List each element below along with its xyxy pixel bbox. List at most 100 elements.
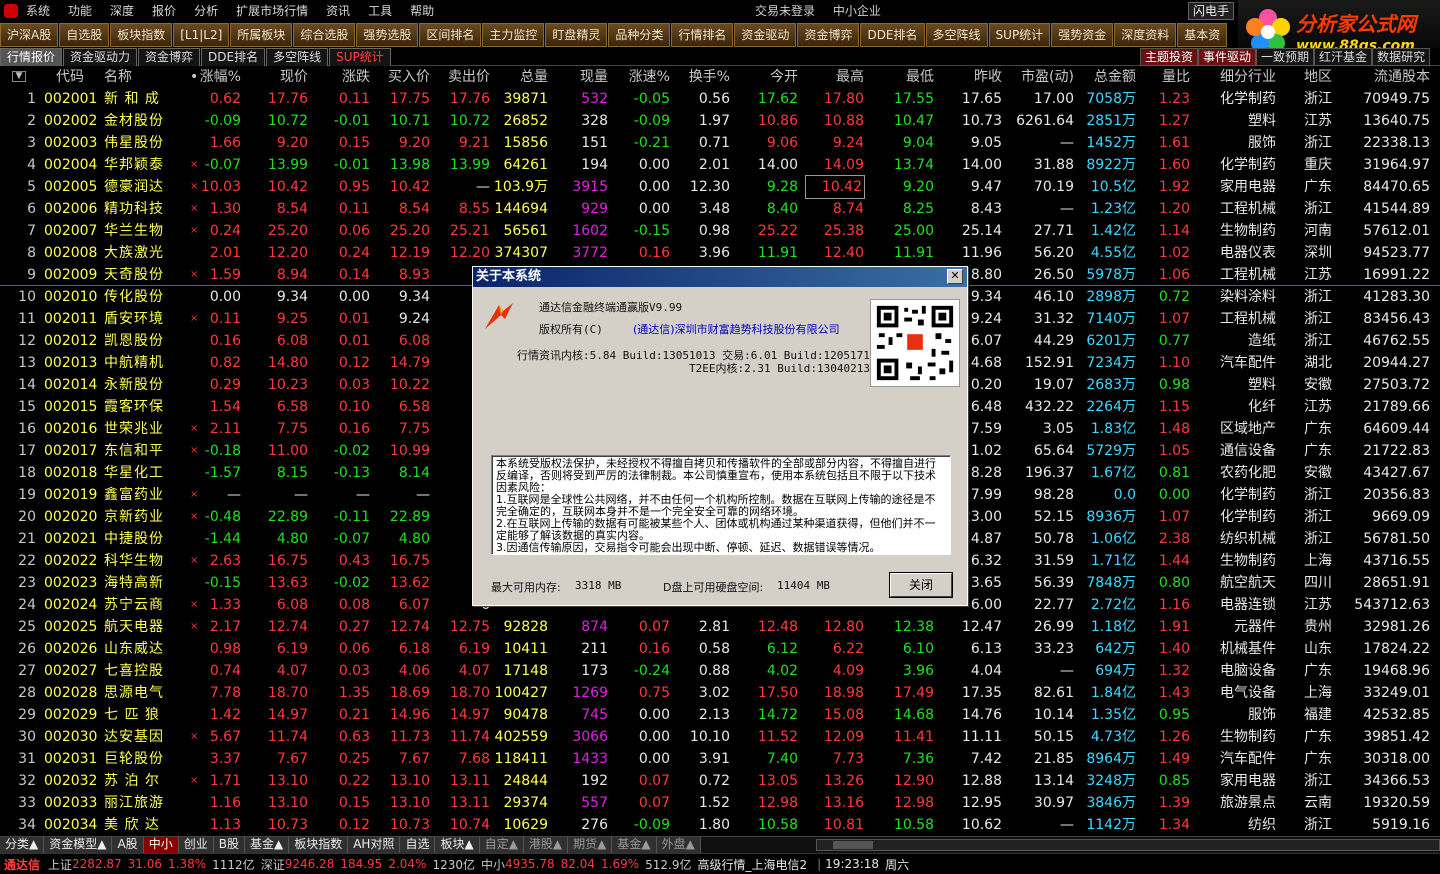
column-header[interactable]: 流通股本 bbox=[1340, 66, 1430, 88]
scrollbar-thumb[interactable] bbox=[833, 841, 873, 849]
menu-help[interactable]: 帮助 bbox=[401, 0, 443, 22]
column-header[interactable]: 代码 bbox=[40, 66, 100, 88]
view-tab[interactable]: 行情报价 bbox=[0, 48, 63, 66]
menu-extended-market[interactable]: 扩展市场行情 bbox=[227, 0, 317, 22]
toolbar-button[interactable]: 板块指数 bbox=[110, 23, 173, 47]
view-tab[interactable]: 资金驱动力 bbox=[63, 48, 138, 66]
table-row[interactable]: 26 002026 山东威达 0.98 6.19 0.06 6.18 6.19 10411 211… bbox=[0, 638, 1440, 660]
legal-notice-text[interactable]: 本系统受版权法保护，未经授权不得擅自拷贝和传播软件的全部或部分内容，不得擅自进行… bbox=[491, 455, 951, 555]
view-tab[interactable]: DDE排名 bbox=[201, 48, 266, 66]
table-row[interactable]: 30 002030 达安基因 × 5.67 11.74 0.63 11.73 11.74 4025… bbox=[0, 726, 1440, 748]
toolbar-button[interactable]: 多空阵线 bbox=[925, 23, 988, 47]
table-row[interactable]: 34 002034 美 欣 达 1.13 10.73 0.12 10.73 10.74 1062… bbox=[0, 814, 1440, 836]
toolbar-button[interactable]: 资金博弈 bbox=[797, 23, 860, 47]
column-header[interactable]: 地区 bbox=[1284, 66, 1332, 88]
column-header[interactable]: 涨跌 bbox=[318, 66, 370, 88]
toolbar-button[interactable]: 强势选股 bbox=[356, 23, 419, 47]
column-header[interactable]: 名称 bbox=[104, 66, 174, 88]
market-tab[interactable]: 分类▲ bbox=[0, 837, 45, 853]
toolbar-button[interactable]: 深度资料 bbox=[1114, 23, 1177, 47]
market-tab[interactable]: 外盘▲ bbox=[656, 837, 701, 853]
view-tab[interactable]: 多空阵线 bbox=[266, 48, 329, 66]
toolbar-button[interactable]: 资金驱动 bbox=[734, 23, 797, 47]
market-tab[interactable]: 基金▲ bbox=[244, 837, 290, 853]
table-row[interactable]: 1 002001 新 和 成 0.62 17.76 0.11 17.75 17.76 39871… bbox=[0, 88, 1440, 110]
column-header[interactable]: 市盈(动) bbox=[1008, 66, 1074, 88]
column-header[interactable]: 量比 bbox=[1146, 66, 1190, 88]
market-tab[interactable]: AH对照 bbox=[348, 837, 401, 853]
table-row[interactable]: 8 002008 大族激光 2.01 12.20 0.24 12.19 12.20 374307… bbox=[0, 242, 1440, 264]
toolbar-button[interactable]: 综合选股 bbox=[293, 23, 356, 47]
toolbar-button[interactable]: 区间排名 bbox=[419, 23, 482, 47]
column-header[interactable]: 买入价 bbox=[376, 66, 430, 88]
table-row[interactable]: 32 002032 苏 泊 尔 × 1.71 13.10 0.22 13.10 13.11 248… bbox=[0, 770, 1440, 792]
table-row[interactable]: 6 002006 精功科技 × 1.30 8.54 0.11 8.54 8.55 144694 92… bbox=[0, 198, 1440, 220]
fast-trade-button[interactable]: 闪电手 bbox=[1188, 2, 1234, 20]
sort-arrow-icon[interactable]: ▼ bbox=[12, 71, 26, 82]
column-header[interactable]: 总金额 bbox=[1080, 66, 1136, 88]
toolbar-button[interactable]: DDE排名 bbox=[860, 23, 925, 47]
toolbar-button[interactable]: 自选股 bbox=[59, 23, 110, 47]
toolbar-button[interactable]: 行情排名 bbox=[671, 23, 734, 47]
menu-tools[interactable]: 工具 bbox=[359, 0, 401, 22]
column-header[interactable]: 最高 bbox=[806, 66, 864, 88]
menu-depth[interactable]: 深度 bbox=[101, 0, 143, 22]
right-tab[interactable]: 主题投资 bbox=[1140, 48, 1199, 66]
toolbar-button[interactable]: [L1|L2] bbox=[173, 23, 230, 47]
menu-quote[interactable]: 报价 bbox=[143, 0, 185, 22]
toolbar-button[interactable]: 盯盘精灵 bbox=[545, 23, 608, 47]
toolbar-button[interactable]: 品种分类 bbox=[608, 23, 671, 47]
table-row[interactable]: 5 002005 德豪润达 × 10.03 10.42 0.95 10.42—103.9万 39… bbox=[0, 175, 1440, 199]
market-tab[interactable]: A股 bbox=[112, 837, 144, 853]
horizontal-scrollbar[interactable] bbox=[816, 839, 1440, 851]
market-tab[interactable]: 基金▲ bbox=[612, 837, 657, 853]
table-row[interactable]: 28 002028 思源电气 7.78 18.70 1.35 18.69 18.70 10042… bbox=[0, 682, 1440, 704]
table-row[interactable]: 29 002029 七 匹 狼 1.42 14.97 0.21 14.96 14.97 9047… bbox=[0, 704, 1440, 726]
menu-news[interactable]: 资讯 bbox=[317, 0, 359, 22]
market-tab[interactable]: 板块指数 bbox=[289, 837, 349, 853]
table-row[interactable]: 3 002003 伟星股份 1.66 9.20 0.15 9.20 9.21 15856 151 -… bbox=[0, 132, 1440, 154]
view-tab[interactable]: SUP统计 bbox=[329, 48, 391, 66]
column-header[interactable]: 最低 bbox=[872, 66, 934, 88]
toolbar-button[interactable]: SUP统计 bbox=[988, 23, 1051, 47]
table-row[interactable]: 25 002025 航天电器 × 2.17 12.74 0.27 12.74 12.75 9282… bbox=[0, 616, 1440, 638]
column-header[interactable]: 昨收 bbox=[944, 66, 1002, 88]
table-row[interactable]: 31 002031 巨轮股份 3.37 7.67 0.25 7.67 7.68 118411 14… bbox=[0, 748, 1440, 770]
close-button[interactable]: 关闭 bbox=[889, 572, 953, 598]
column-header[interactable]: 总量 bbox=[492, 66, 548, 88]
dialog-close-icon[interactable]: ✕ bbox=[947, 269, 963, 284]
right-tab[interactable]: 事件驱动 bbox=[1198, 48, 1257, 66]
company-link[interactable]: (通达信)深圳市财富趋势科技股份有限公司 bbox=[633, 321, 840, 337]
market-tab[interactable]: 港股▲ bbox=[523, 837, 569, 853]
market-tab[interactable]: 自定▲ bbox=[479, 837, 524, 853]
market-tab[interactable]: 资金模型▲ bbox=[44, 837, 113, 853]
right-tab[interactable]: 一致预期 bbox=[1256, 48, 1315, 66]
market-tab[interactable]: 板块▲ bbox=[435, 837, 480, 853]
server-name[interactable]: 高级行情_上海电信2 bbox=[697, 856, 807, 873]
trade-status[interactable]: 交易未登录 bbox=[755, 4, 815, 18]
column-header[interactable]: 现量 bbox=[556, 66, 608, 88]
column-header[interactable]: 今开 bbox=[740, 66, 798, 88]
menu-function[interactable]: 功能 bbox=[59, 0, 101, 22]
view-tab[interactable]: 资金博弈 bbox=[138, 48, 201, 66]
table-row[interactable]: 33 002033 丽江旅游 1.16 13.10 0.15 13.10 13.11 29374… bbox=[0, 792, 1440, 814]
market-tab[interactable]: 期货▲ bbox=[568, 837, 613, 853]
market-tab[interactable]: 创业 bbox=[178, 837, 214, 853]
table-row[interactable]: 7 002007 华兰生物 × 0.24 25.20 0.06 25.20 25.21 56561… bbox=[0, 220, 1440, 242]
toolbar-button[interactable]: 基本资 bbox=[1177, 23, 1228, 47]
right-tab[interactable]: 红汗基金 bbox=[1314, 48, 1373, 66]
right-tab[interactable]: 数据研究 bbox=[1372, 48, 1431, 66]
table-row[interactable]: 2 002002 金材股份 -0.09 10.72 -0.01 10.71 10.72 2685… bbox=[0, 110, 1440, 132]
table-row[interactable]: 4 002004 华邦颖泰 × -0.07 13.99 -0.01 13.98 13.99 642… bbox=[0, 154, 1440, 176]
column-header[interactable]: 卖出价 bbox=[436, 66, 490, 88]
menu-analysis[interactable]: 分析 bbox=[185, 0, 227, 22]
column-header[interactable]: 换手% bbox=[678, 66, 730, 88]
column-header[interactable]: 涨速% bbox=[616, 66, 670, 88]
market-tab[interactable]: B股 bbox=[213, 837, 245, 853]
column-header[interactable]: 现价 bbox=[248, 66, 308, 88]
column-header[interactable]: 涨幅% bbox=[196, 66, 241, 88]
market-tab[interactable]: 中小 bbox=[143, 837, 179, 853]
toolbar-button[interactable]: 所属板块 bbox=[230, 23, 293, 47]
table-row[interactable]: 27 002027 七喜控股 0.74 4.07 0.03 4.06 4.07 17148 173… bbox=[0, 660, 1440, 682]
toolbar-button[interactable]: 主力监控 bbox=[482, 23, 545, 47]
